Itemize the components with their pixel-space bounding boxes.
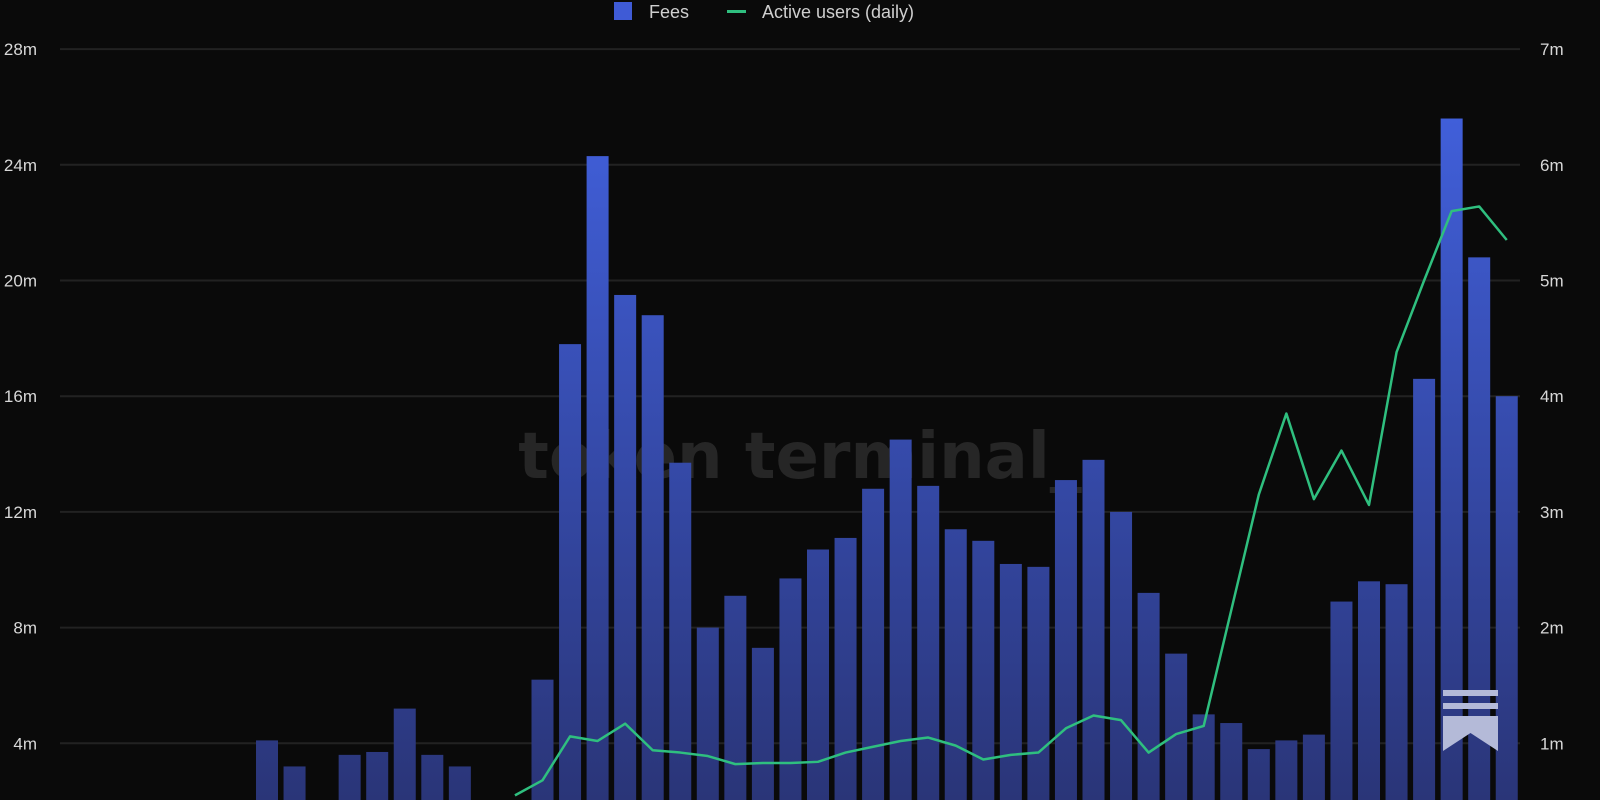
right-tick-label: 6m <box>1540 156 1564 175</box>
left-tick-label: 4m <box>13 734 37 753</box>
fees-bar <box>944 529 967 800</box>
left-tick-label: 28m <box>4 40 37 59</box>
left-tick-label: 12m <box>4 503 37 522</box>
fees-bar <box>283 766 306 800</box>
fees-bar <box>1413 378 1436 800</box>
fees-active-users-chart: token terminal_ 4m8m12m16m20m24m28m 1m2m… <box>4 2 1564 800</box>
fees-bar <box>669 462 692 800</box>
fees-bar <box>751 647 774 800</box>
legend: Fees Active users (daily) <box>614 2 914 22</box>
fees-bar <box>1054 480 1077 800</box>
fees-bar <box>1275 740 1298 800</box>
fees-bar <box>1110 511 1133 800</box>
right-tick-label: 4m <box>1540 387 1564 406</box>
fees-bar <box>862 488 885 800</box>
fees-bar <box>1027 566 1050 800</box>
fees-bar <box>696 627 719 800</box>
legend-active-users-swatch <box>727 10 746 13</box>
legend-fees-swatch <box>614 2 632 20</box>
left-tick-label: 8m <box>13 619 37 638</box>
fees-bar <box>1082 459 1105 800</box>
left-tick-label: 24m <box>4 156 37 175</box>
fees-bar <box>779 578 802 800</box>
fees-bar <box>1330 601 1353 800</box>
fees-bar <box>889 439 912 800</box>
fees-bar <box>586 156 609 800</box>
fees-bar <box>1495 396 1518 800</box>
fees-bar <box>1302 734 1325 800</box>
legend-active-users-label: Active users (daily) <box>762 2 914 22</box>
fees-bar <box>338 754 361 800</box>
fees-bar <box>1220 723 1243 800</box>
fees-bar <box>999 563 1022 800</box>
left-axis-ticks: 4m 8m 12m 16m 20m 24m 28m <box>4 40 37 753</box>
fees-bar <box>531 679 554 800</box>
left-tick-label: 16m <box>4 387 37 406</box>
fees-bar <box>448 766 471 800</box>
fees-bar <box>393 708 416 800</box>
fees-bar <box>366 751 389 800</box>
fees-bar <box>1247 749 1270 800</box>
right-tick-label: 5m <box>1540 272 1564 291</box>
right-axis-ticks: 1m 2m 3m 4m 5m 6m 7m <box>1540 40 1564 753</box>
fees-bar <box>256 740 278 800</box>
fees-bar <box>421 754 444 800</box>
fees-bar <box>1137 592 1160 800</box>
right-tick-label: 2m <box>1540 619 1564 638</box>
fees-bar <box>1165 653 1188 800</box>
legend-fees-label: Fees <box>649 2 689 22</box>
fees-bar <box>724 595 747 800</box>
fees-bar <box>972 540 995 800</box>
fees-bar <box>917 485 940 800</box>
fees-bar <box>1440 118 1463 800</box>
right-tick-label: 7m <box>1540 40 1564 59</box>
fees-bar <box>834 537 857 800</box>
fees-bar <box>1358 581 1380 800</box>
fees-bar <box>1385 584 1408 800</box>
fees-bar <box>559 344 582 800</box>
right-tick-label: 1m <box>1540 734 1564 753</box>
fees-bar <box>641 315 664 800</box>
right-tick-label: 3m <box>1540 503 1564 522</box>
left-tick-label: 20m <box>4 272 37 291</box>
